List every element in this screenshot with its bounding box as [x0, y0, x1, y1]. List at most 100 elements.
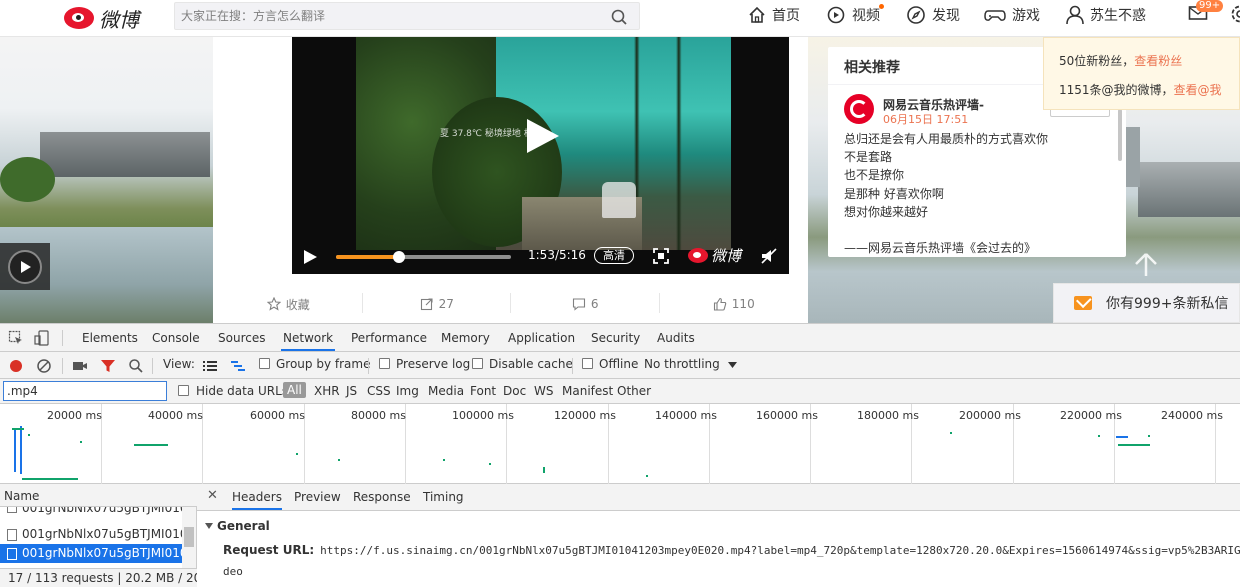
nav-discover[interactable]: 发现	[906, 0, 960, 30]
close-icon[interactable]: ✕	[207, 488, 218, 503]
progress-knob[interactable]	[393, 251, 405, 263]
weibo-logo[interactable]: 微博	[64, 2, 144, 34]
tab-elements[interactable]: Elements	[80, 324, 140, 351]
nav-video[interactable]: 视频	[826, 0, 884, 30]
detail-tab-timing[interactable]: Timing	[423, 484, 464, 510]
inspect-element-icon[interactable]	[8, 330, 24, 346]
video-play-icon[interactable]	[523, 117, 561, 155]
back-to-top-icon[interactable]	[1130, 250, 1162, 278]
nav-video-label: 视频	[852, 8, 880, 24]
request-row[interactable]: 001grNbNlx07u5gBTJMI01041	[0, 525, 182, 544]
network-filter-bar: Hide data URLs All XHR JS CSS Img Media Font Do…	[0, 379, 1240, 404]
background-music-play-button[interactable]	[0, 243, 50, 290]
filter-type-ws[interactable]: WS	[534, 384, 553, 398]
feed-action-bar: 收藏 27 6 110	[214, 285, 808, 323]
video-controls-bar: 1:53/5:16 高清 微博	[292, 241, 789, 274]
timeline-tick-label: 180000 ms	[857, 409, 919, 422]
filter-icon[interactable]	[100, 358, 116, 374]
play-button-icon[interactable]	[302, 249, 318, 265]
preserve-log-label: Preserve log	[396, 357, 471, 371]
repost-button[interactable]: 27	[363, 285, 512, 323]
nav-home[interactable]: 首页	[748, 0, 800, 30]
tab-audits[interactable]: Audits	[655, 324, 697, 351]
like-button[interactable]: 110	[660, 285, 809, 323]
request-url-value[interactable]: https://f.us.sinaimg.cn/001grNbNlx07u5gB…	[320, 544, 1240, 557]
hide-data-urls-checkbox[interactable]	[178, 385, 189, 396]
search-icon[interactable]	[128, 358, 144, 374]
watermark-text: 微博	[711, 247, 742, 265]
filter-type-js[interactable]: JS	[346, 384, 357, 398]
chevron-down-icon[interactable]	[728, 362, 737, 368]
comment-icon	[572, 298, 585, 311]
private-message-bar[interactable]: 你有999+条新私信	[1053, 283, 1240, 323]
recommend-scrollbar[interactable]	[1118, 109, 1122, 161]
filter-type-media[interactable]: Media	[428, 384, 464, 398]
filter-type-other[interactable]: Other	[617, 384, 651, 398]
recommend-text-line: 想对你越来越好	[844, 204, 929, 219]
notification-popup: 50位新粉丝，查看粉丝 1151条@我的微博，查看@我	[1043, 37, 1240, 110]
request-point	[28, 434, 30, 436]
favorite-button[interactable]: 收藏	[214, 285, 363, 323]
network-overview-timeline[interactable]: 20000 ms 40000 ms 60000 ms 80000 ms 100000 m…	[0, 404, 1240, 484]
filter-type-xhr[interactable]: XHR	[314, 384, 340, 398]
throttling-select[interactable]: No throttling	[644, 357, 720, 371]
filter-type-all[interactable]: All	[283, 382, 306, 398]
search-input[interactable]	[181, 7, 601, 25]
detail-tab-response[interactable]: Response	[353, 484, 411, 510]
recommend-post-time[interactable]: 06月15日 17:51	[883, 111, 968, 127]
detail-tab-headers[interactable]: Headers	[232, 484, 282, 510]
search-icon[interactable]	[611, 9, 627, 25]
offline-checkbox[interactable]	[582, 358, 593, 369]
filter-type-manifest[interactable]: Manifest	[562, 384, 613, 398]
nav-home-label: 首页	[772, 8, 800, 24]
record-icon[interactable]	[8, 358, 24, 374]
tab-security[interactable]: Security	[589, 324, 642, 351]
name-column-header[interactable]: Name	[0, 484, 197, 507]
tab-sources[interactable]: Sources	[216, 324, 267, 351]
gear-icon[interactable]	[1228, 4, 1240, 24]
tab-network[interactable]: Network	[281, 324, 336, 351]
triangle-down-icon	[205, 523, 213, 529]
device-toolbar-icon[interactable]	[34, 330, 50, 346]
detail-tab-preview[interactable]: Preview	[294, 484, 341, 510]
filter-input[interactable]	[3, 381, 167, 401]
screenshot-camera-icon[interactable]	[72, 358, 88, 374]
waterfall-icon[interactable]	[230, 359, 246, 373]
tab-performance[interactable]: Performance	[349, 324, 429, 351]
request-point	[1098, 435, 1100, 437]
request-url-continuation: deo	[223, 565, 243, 578]
disable-cache-label: Disable cache	[489, 357, 573, 371]
tab-console[interactable]: Console	[150, 324, 202, 351]
view-mentions-link[interactable]: 查看@我	[1174, 83, 1222, 97]
video-progress-bar[interactable]	[336, 251, 511, 263]
disable-cache-checkbox[interactable]	[472, 358, 483, 369]
timeline-tick-label: 40000 ms	[148, 409, 203, 422]
clear-icon[interactable]	[36, 358, 52, 374]
comment-button[interactable]: 6	[511, 285, 660, 323]
netease-music-avatar[interactable]	[844, 94, 874, 124]
fullscreen-icon[interactable]	[652, 247, 670, 265]
tab-application[interactable]: Application	[506, 324, 577, 351]
requests-list-panel: Name 001grNbNlx07u5gBTJMI01041 001grNbNl…	[0, 484, 197, 587]
request-point	[1148, 435, 1150, 437]
large-rows-icon[interactable]	[202, 359, 218, 373]
nav-user-profile[interactable]: 苏生不惑	[1066, 0, 1146, 30]
request-row-selected[interactable]: 001grNbNlx07u5gBTJMI01041	[0, 544, 182, 563]
nav-game[interactable]: 游戏	[984, 0, 1040, 30]
request-checkbox	[7, 548, 17, 560]
requests-scrollbar[interactable]	[182, 507, 196, 571]
view-fans-link[interactable]: 查看粉丝	[1134, 54, 1182, 68]
preserve-log-checkbox[interactable]	[379, 358, 390, 369]
request-row[interactable]: 001grNbNlx07u5gBTJMI01041	[0, 507, 182, 515]
quality-button[interactable]: 高清	[594, 247, 634, 264]
video-icon	[827, 6, 845, 24]
mute-icon[interactable]	[760, 247, 778, 265]
filter-type-doc[interactable]: Doc	[503, 384, 526, 398]
filter-type-img[interactable]: Img	[396, 384, 419, 398]
filter-type-css[interactable]: CSS	[367, 384, 391, 398]
filter-type-font[interactable]: Font	[470, 384, 496, 398]
video-player[interactable]	[292, 37, 789, 274]
tab-memory[interactable]: Memory	[439, 324, 492, 351]
group-by-frame-checkbox[interactable]	[259, 358, 270, 369]
general-section-header[interactable]: General	[205, 519, 270, 533]
